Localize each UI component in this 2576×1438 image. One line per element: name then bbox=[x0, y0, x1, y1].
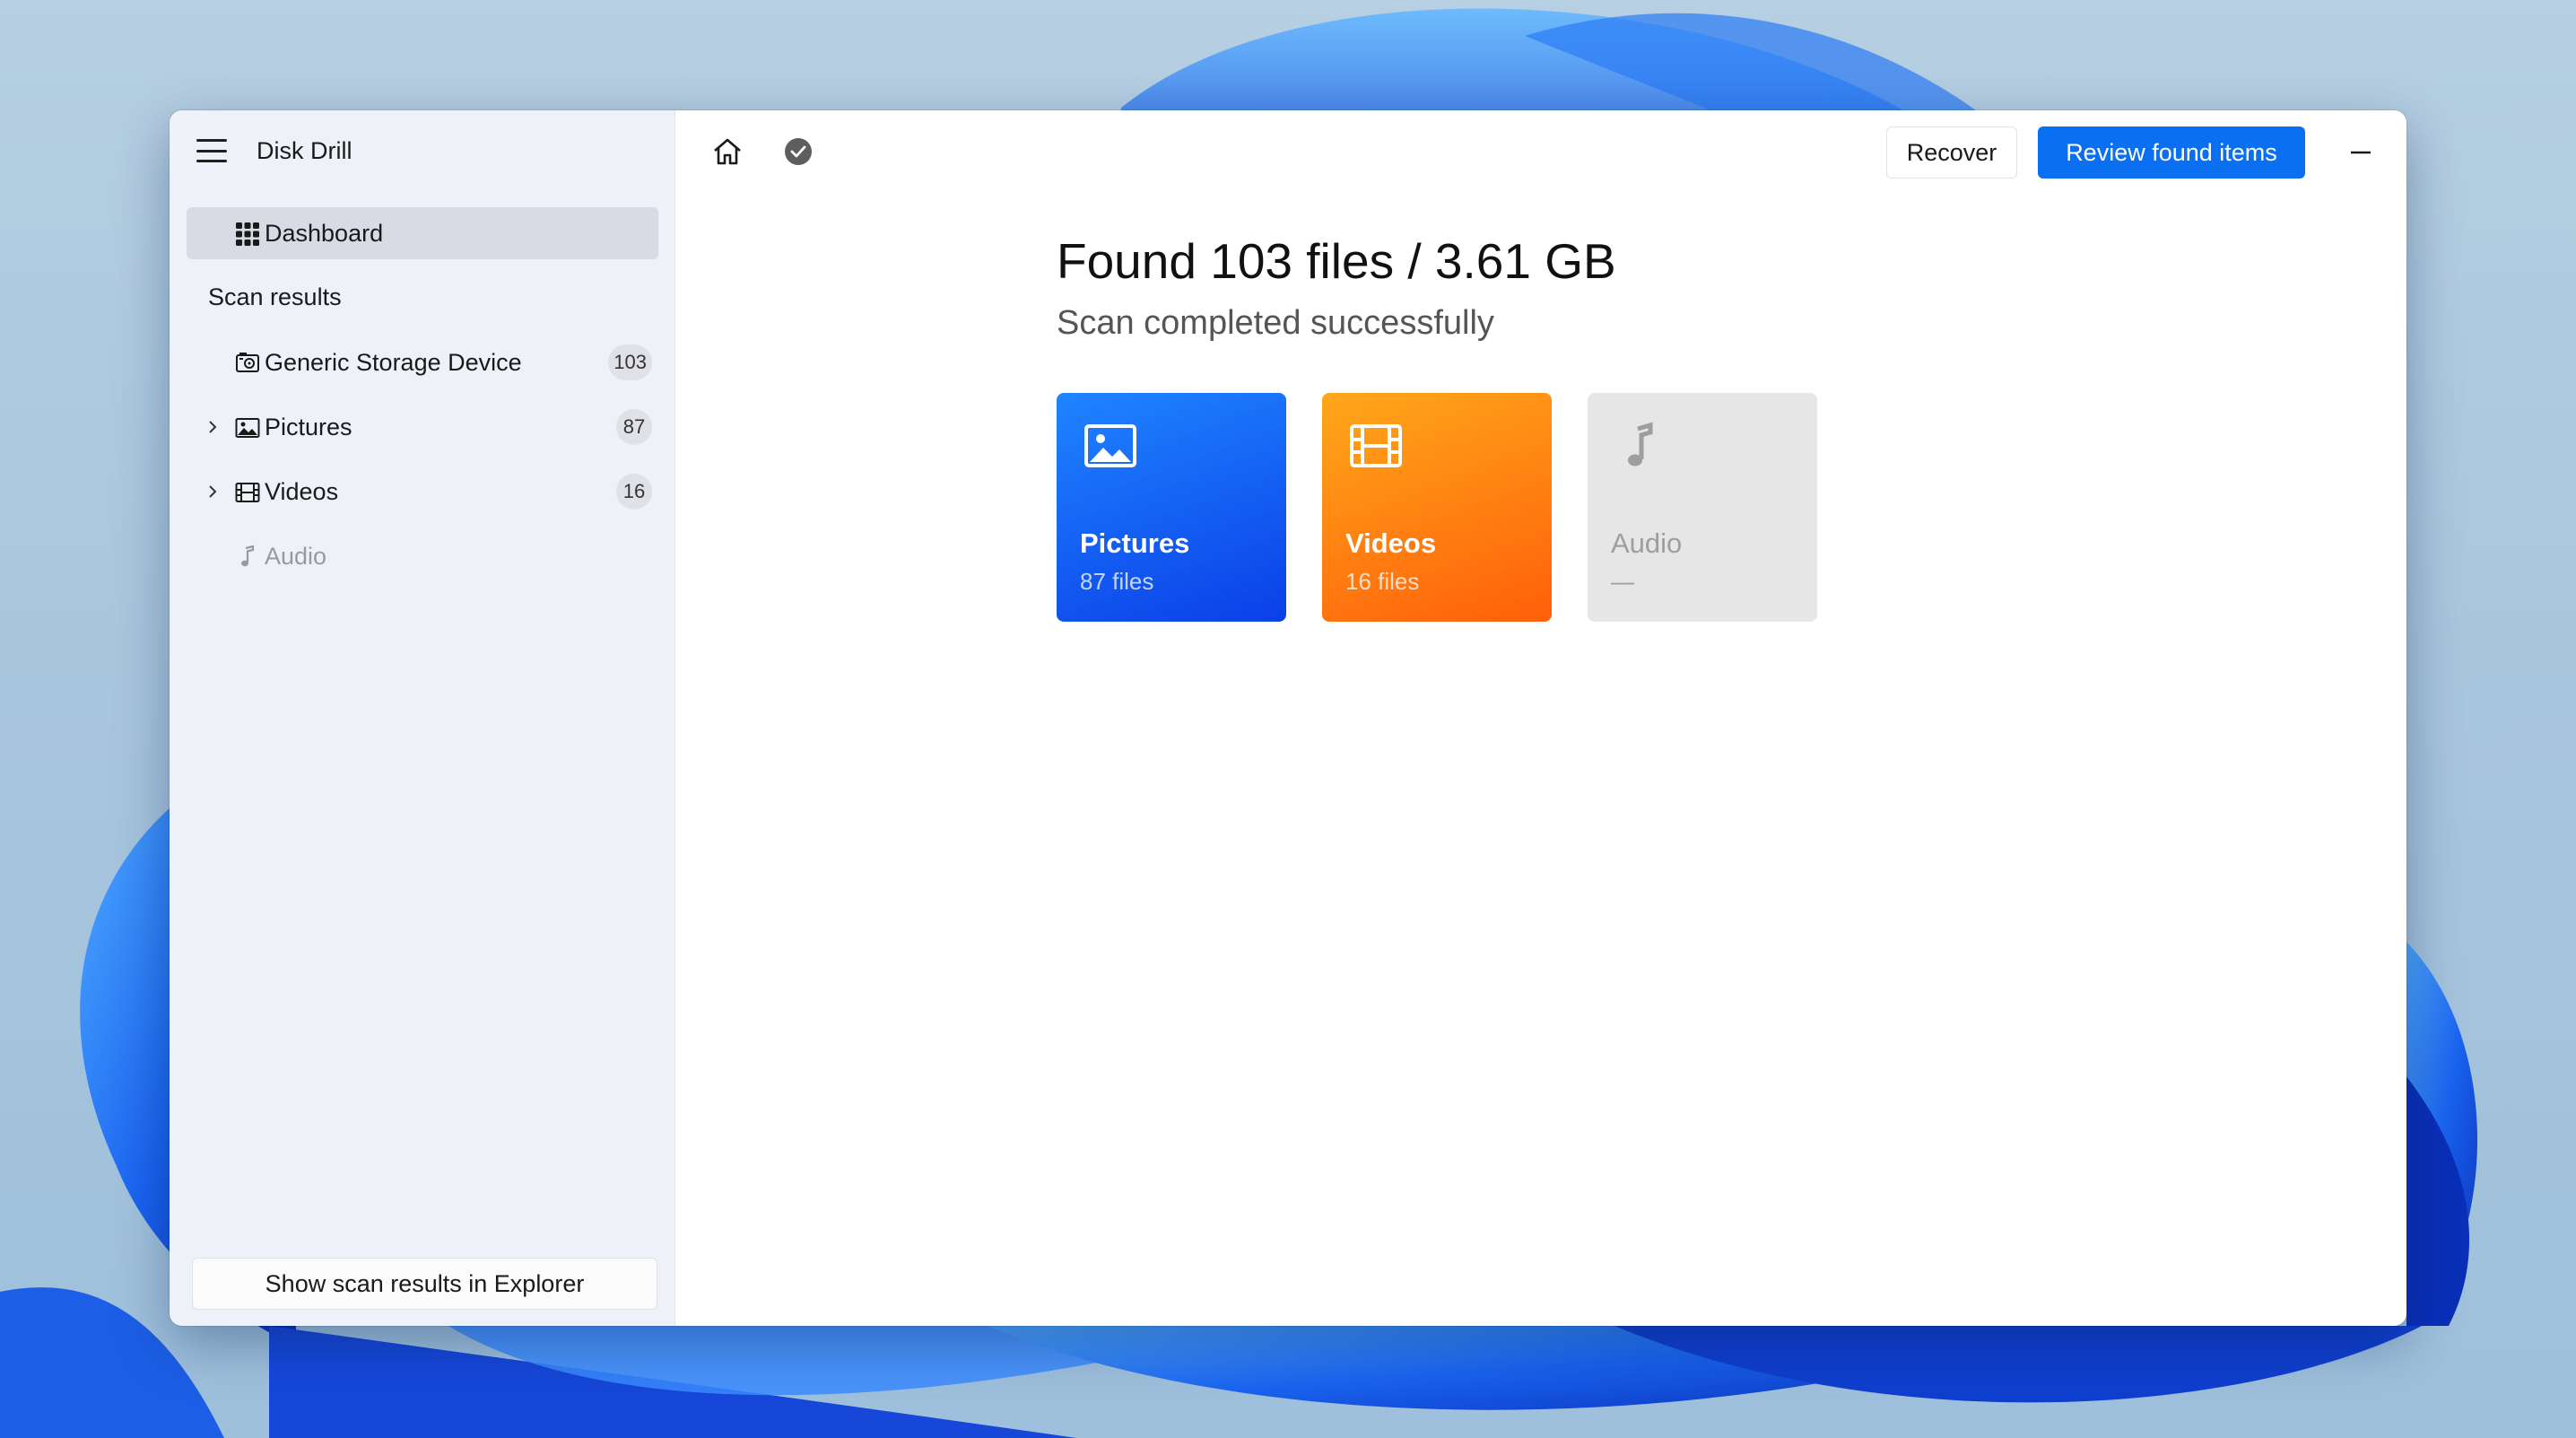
sidebar-item-label: Audio bbox=[265, 543, 327, 570]
sidebar-item-pictures[interactable]: Pictures 87 bbox=[187, 401, 658, 453]
recover-button[interactable]: Recover bbox=[1886, 126, 2017, 179]
sidebar-item-label: Videos bbox=[265, 478, 339, 505]
count-badge: 16 bbox=[616, 474, 652, 510]
videos-tile[interactable]: Videos 16 files bbox=[1322, 393, 1552, 622]
film-icon bbox=[1350, 424, 1402, 467]
chevron-right-icon[interactable] bbox=[204, 483, 222, 501]
count-badge: 103 bbox=[608, 344, 652, 380]
sidebar-item-dashboard[interactable]: Dashboard bbox=[187, 207, 658, 259]
music-note-icon bbox=[241, 545, 255, 567]
count-badge: 87 bbox=[616, 409, 652, 445]
sidebar-item-label: Pictures bbox=[265, 414, 352, 440]
chevron-right-icon[interactable] bbox=[204, 418, 222, 436]
show-in-explorer-button[interactable]: Show scan results in Explorer bbox=[192, 1258, 657, 1310]
found-files-headline: Found 103 files / 3.61 GB bbox=[1057, 233, 1616, 289]
picture-icon bbox=[235, 418, 260, 438]
grid-icon bbox=[236, 222, 259, 246]
sidebar-item-label: Dashboard bbox=[265, 220, 384, 247]
scan-complete-check-icon[interactable] bbox=[780, 134, 816, 170]
sidebar-item-generic-storage-device[interactable]: Generic Storage Device 103 bbox=[187, 336, 658, 388]
tile-file-count: 87 files bbox=[1080, 568, 1154, 595]
main-panel: Recover Review found items Found 103 fil… bbox=[675, 110, 2406, 1326]
storage-device-icon bbox=[236, 353, 259, 372]
review-found-items-button[interactable]: Review found items bbox=[2038, 126, 2305, 179]
hamburger-menu-icon[interactable] bbox=[196, 139, 227, 162]
sidebar: Disk Drill Dashboard Scan results Generi… bbox=[170, 110, 675, 1326]
pictures-tile[interactable]: Pictures 87 files bbox=[1057, 393, 1286, 622]
minimize-icon[interactable] bbox=[2344, 135, 2378, 170]
music-note-icon bbox=[1628, 422, 1653, 466]
picture-icon bbox=[1084, 424, 1136, 467]
sidebar-item-videos[interactable]: Videos 16 bbox=[187, 466, 658, 518]
tile-file-count: — bbox=[1611, 568, 1634, 595]
scan-results-heading: Scan results bbox=[208, 283, 342, 310]
sidebar-item-audio: Audio bbox=[187, 530, 658, 582]
app-title: Disk Drill bbox=[257, 137, 352, 164]
tile-name: Audio bbox=[1611, 527, 1683, 559]
scan-status-text: Scan completed successfully bbox=[1057, 304, 1494, 342]
app-window: Disk Drill Dashboard Scan results Generi… bbox=[170, 110, 2406, 1326]
film-icon bbox=[235, 483, 260, 502]
home-icon[interactable] bbox=[709, 134, 745, 170]
tile-name: Pictures bbox=[1080, 527, 1190, 559]
tile-file-count: 16 files bbox=[1345, 568, 1420, 595]
sidebar-item-label: Generic Storage Device bbox=[265, 349, 522, 376]
audio-tile: Audio — bbox=[1588, 393, 1817, 622]
tile-name: Videos bbox=[1345, 527, 1437, 559]
